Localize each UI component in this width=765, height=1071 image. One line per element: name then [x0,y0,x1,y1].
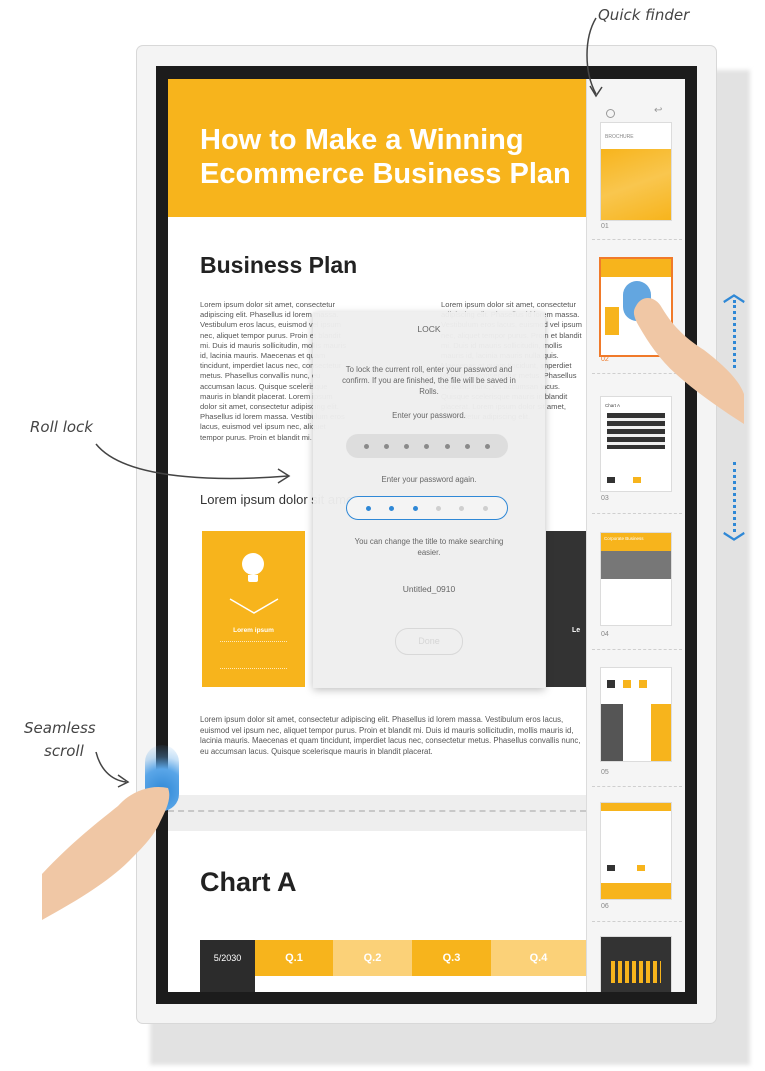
page-break [168,795,586,831]
document-roll[interactable]: How to Make a Winning Ecommerce Business… [168,79,586,992]
thumb-separator [592,649,682,650]
thumb-label-2: 02 [601,356,609,363]
thumb-separator [592,239,682,240]
back-icon[interactable]: ↩ [654,105,662,116]
roll-thumbnail-1[interactable]: BROCHURE [601,123,671,220]
password-field[interactable] [346,434,508,458]
thumb-label-6: 06 [601,903,609,910]
chart-title: Chart A [200,867,297,897]
hero-title: How to Make a Winning Ecommerce Business… [200,124,571,190]
annotation-seamless: Seamless [24,719,96,737]
thumb-label-3: 03 [601,495,609,502]
feature-card: Lorem ipsum [202,531,305,687]
scroll-path-dots [733,300,740,368]
page-break-line [168,810,586,812]
thumb-separator [592,513,682,514]
hand-icon [42,786,170,920]
chevron-down-icon [229,598,279,614]
lock-icon[interactable] [606,109,615,118]
table-header-q4: Q.4 [491,940,586,976]
roll-thumbnail-6[interactable] [601,803,671,899]
table-header-date: 5/2030 [200,940,255,976]
card-label: Lorem ipsum [233,627,274,634]
password-confirm-field[interactable] [346,496,508,520]
thumb-separator [592,786,682,787]
thumb-separator [592,921,682,922]
thumb-label-4: 04 [601,631,609,638]
scroll-down-arrow-icon: ﹀ [723,531,746,556]
quick-finder: ↩ BROCHURE 01 02 Chart A 03 Corporate Bu… [586,79,685,992]
done-button[interactable]: Done [395,628,463,655]
annotation-scroll: scroll [44,742,84,760]
lightbulb-base-icon [248,575,258,582]
roll-thumbnail-7[interactable] [601,937,671,992]
thumb-label-1: 01 [601,223,609,230]
table-row [200,976,255,992]
roll-thumbnail-5[interactable] [601,668,671,761]
password-label: Enter your password. [392,411,466,420]
roll-thumbnail-4[interactable]: Corporate Business [601,533,671,625]
lightbulb-icon [242,553,264,575]
table-header-q3: Q.3 [412,940,491,976]
annotation-roll-lock: Roll lock [30,418,93,436]
display-screen: How to Make a Winning Ecommerce Business… [168,79,685,992]
annotation-quick-finder: Quick finder [598,6,690,24]
feature-card-dark: Le [546,531,586,687]
body-paragraph: Lorem ipsum dolor sit amet, consectetur … [200,715,581,756]
table-header-q1: Q.1 [255,940,333,976]
section-title: Business Plan [200,252,358,278]
thumb-label-5: 05 [601,769,609,776]
annotation-arrow-icon [586,17,603,98]
annotation-arrow-icon [95,443,291,484]
card-text [220,641,287,669]
thumb-header: BROCHURE [605,134,634,140]
scroll-path-dots [733,462,740,532]
table-header-q2: Q.2 [333,940,412,976]
lock-dialog: LOCK To lock the current roll, enter you… [313,312,545,688]
rename-hint: You can change the title to make searchi… [354,537,504,557]
file-title[interactable]: Untitled_0910 [313,584,545,595]
password-confirm-label: Enter your password again. [381,475,477,484]
chart-table-header: 5/2030 Q.1 Q.2 Q.3 Q.4 [200,940,586,976]
hero-banner: How to Make a Winning Ecommerce Business… [168,79,586,217]
card-right-label: Le [572,627,581,634]
dialog-title: LOCK [417,324,441,334]
dialog-instructions: To lock the current roll, enter your pas… [342,365,516,396]
